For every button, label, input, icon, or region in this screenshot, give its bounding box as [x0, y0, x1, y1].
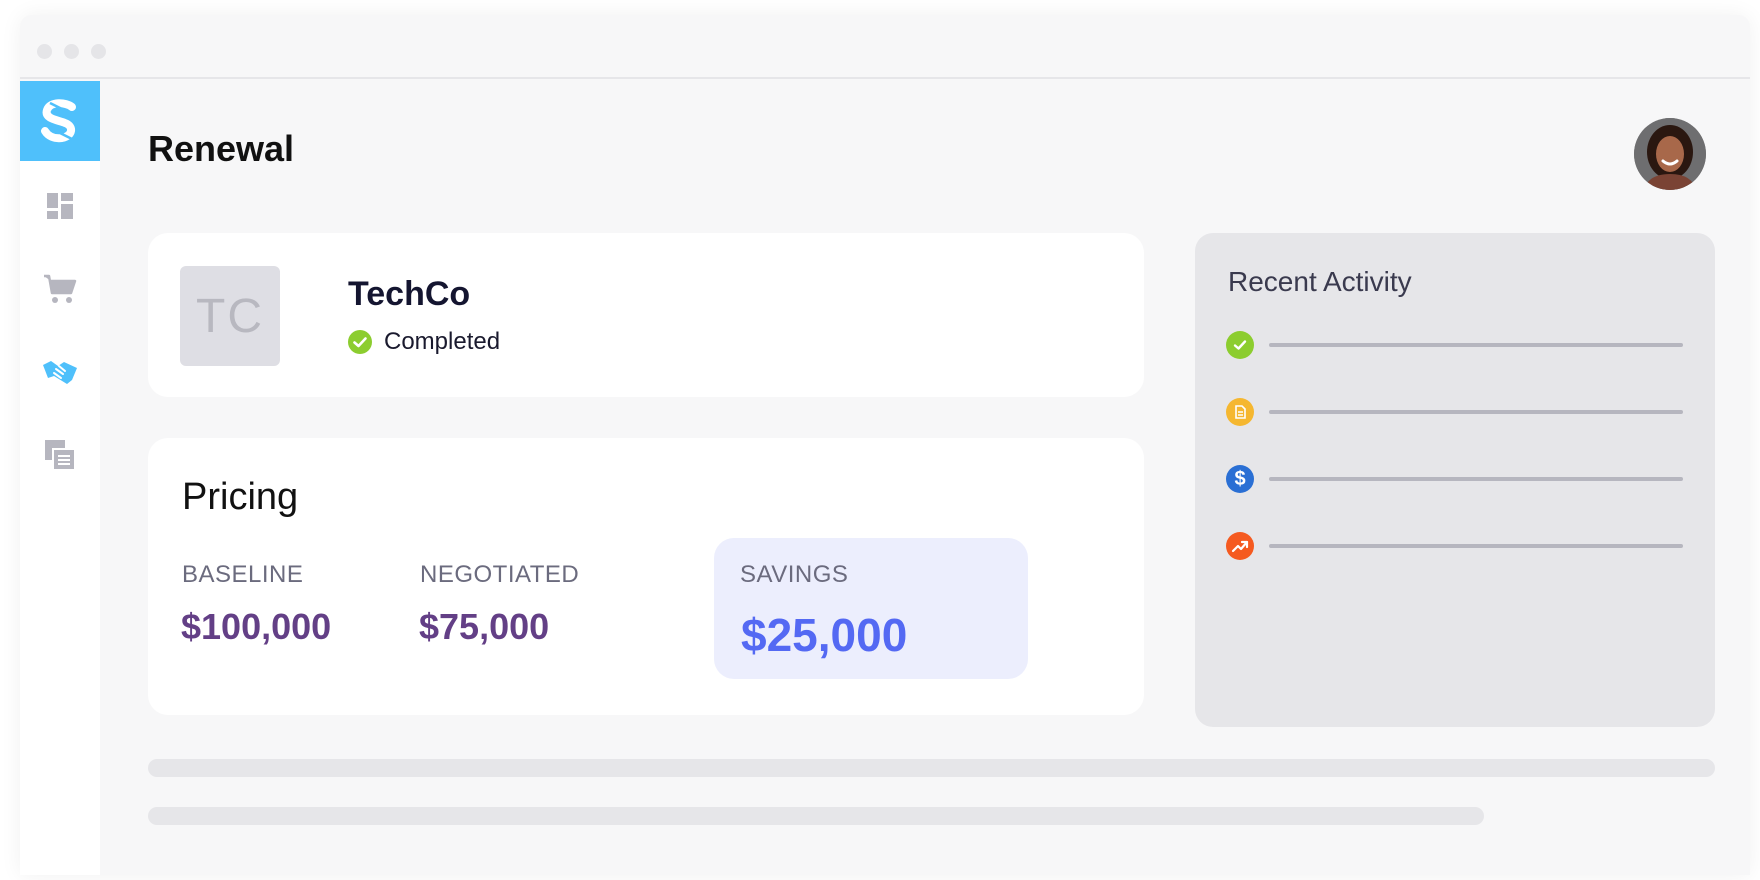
sidebar-item-renewals[interactable] — [20, 344, 100, 400]
placeholder-bar — [148, 807, 1484, 825]
savings-box: SAVINGS $25,000 — [714, 538, 1028, 679]
baseline-label: BASELINE — [182, 561, 304, 588]
company-name: TechCo — [348, 275, 471, 313]
negotiated-value: $75,000 — [419, 606, 550, 647]
app-window: Renewal TC TechCo Completed Pricing BASE… — [20, 15, 1750, 875]
sidebar-item-cart[interactable] — [20, 261, 100, 317]
savings-value: $25,000 — [741, 609, 908, 661]
window-titlebar — [20, 15, 1750, 79]
handshake-icon — [43, 361, 77, 384]
activity-placeholder-line — [1269, 410, 1683, 414]
window-maximize-button[interactable] — [91, 44, 106, 59]
dollar-icon: $ — [1226, 465, 1254, 493]
brand-s-logo-icon — [41, 99, 76, 143]
trend-up-icon — [1226, 532, 1254, 560]
activity-placeholder-line — [1269, 477, 1683, 481]
user-avatar-icon — [1634, 118, 1706, 190]
activity-item[interactable] — [1226, 331, 1686, 361]
dashboard-icon — [47, 193, 73, 219]
sidebar-item-documents[interactable] — [20, 427, 100, 483]
status-text: Completed — [384, 328, 501, 355]
activity-title: Recent Activity — [1228, 266, 1412, 297]
page-title: Renewal — [148, 128, 295, 169]
window-close-button[interactable] — [37, 44, 52, 59]
document-icon — [1226, 398, 1254, 426]
company-card: TC TechCo Completed — [148, 233, 1144, 397]
activity-item[interactable] — [1226, 398, 1686, 428]
activity-item[interactable] — [1226, 532, 1686, 562]
sidebar — [20, 81, 100, 875]
check-circle-icon — [1226, 331, 1254, 359]
pricing-title: Pricing — [182, 476, 299, 518]
activity-item[interactable]: $ — [1226, 465, 1686, 495]
company-logo: TC — [180, 266, 280, 366]
documents-icon — [45, 440, 75, 470]
baseline-value: $100,000 — [181, 606, 332, 647]
negotiated-label: NEGOTIATED — [420, 561, 580, 588]
cart-icon — [44, 274, 77, 303]
savings-label: SAVINGS — [740, 561, 849, 588]
activity-placeholder-line — [1269, 544, 1683, 548]
status-badge: Completed — [348, 328, 500, 356]
placeholder-bar — [148, 759, 1715, 777]
recent-activity-panel: Recent Activity $ — [1195, 233, 1715, 727]
window-minimize-button[interactable] — [64, 44, 79, 59]
user-avatar[interactable] — [1634, 118, 1706, 190]
sidebar-item-dashboard[interactable] — [20, 178, 100, 234]
check-circle-icon — [348, 330, 372, 354]
pricing-card: Pricing BASELINE $100,000 NEGOTIATED $75… — [148, 438, 1144, 715]
activity-placeholder-line — [1269, 343, 1683, 347]
brand-logo[interactable] — [20, 81, 100, 161]
